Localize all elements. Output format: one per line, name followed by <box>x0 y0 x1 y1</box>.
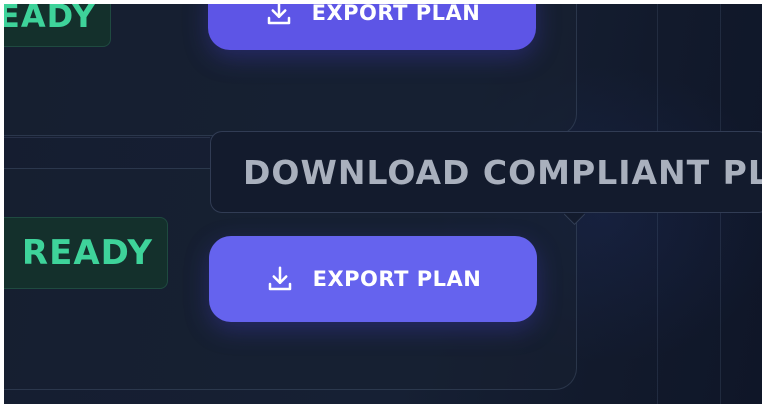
download-icon <box>264 4 294 28</box>
screen-frame: READY EXPORT PLAN READY EXPORT PLAN <box>4 4 762 404</box>
export-plan-button[interactable]: EXPORT PLAN <box>209 236 537 322</box>
export-plan-label: EXPORT PLAN <box>312 267 482 291</box>
export-plan-button[interactable]: EXPORT PLAN <box>208 4 536 50</box>
status-badge-label: READY <box>4 4 96 35</box>
status-badge: READY <box>4 4 111 47</box>
plan-card: READY EXPORT PLAN <box>4 4 577 136</box>
download-icon <box>265 264 295 294</box>
row-divider <box>4 137 210 138</box>
tooltip: DOWNLOAD COMPLIANT PL <box>210 131 762 213</box>
status-badge-label: READY <box>21 233 153 273</box>
export-plan-label: EXPORT PLAN <box>311 4 481 25</box>
status-badge: READY <box>4 217 168 289</box>
tooltip-text: DOWNLOAD COMPLIANT PL <box>243 152 762 192</box>
